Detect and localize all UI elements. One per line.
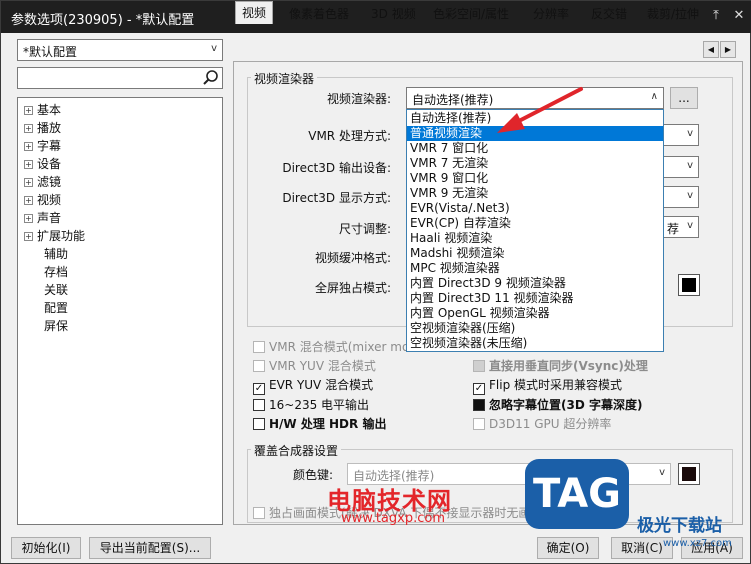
evr-yuv-checkbox[interactable]: ✓ EVR YUV 混合模式 xyxy=(253,376,373,395)
tab-scroll-left-icon[interactable]: ◀ xyxy=(703,41,719,58)
renderer-option[interactable]: EVR(CP) 自荐渲染 xyxy=(407,216,663,231)
expand-icon[interactable]: + xyxy=(24,124,33,133)
vmr-mode-label: VMR 处理方式: xyxy=(308,129,391,143)
d3d11-gpu-checkbox[interactable]: D3D11 GPU 超分辨率 xyxy=(473,415,611,431)
annotation-arrow-icon xyxy=(497,87,583,133)
tab-crop[interactable]: 裁剪/拉伸 xyxy=(641,3,701,23)
tree-node[interactable]: + 声音 xyxy=(24,209,61,227)
expand-icon[interactable]: + xyxy=(24,214,33,223)
tree-leaf[interactable]: 关联 xyxy=(44,281,68,299)
expand-icon[interactable]: + xyxy=(24,178,33,187)
init-button[interactable]: 初始化(I) xyxy=(11,537,81,559)
renderer-option[interactable]: 空视频渲染器(压缩) xyxy=(407,321,663,336)
search-icon[interactable] xyxy=(202,69,220,87)
export-config-button[interactable]: 导出当前配置(S)... xyxy=(89,537,211,559)
range-16-235-checkbox[interactable]: 16~235 电平输出 xyxy=(253,396,369,412)
renderer-option[interactable]: VMR 7 窗口化 xyxy=(407,141,663,156)
tree-leaf[interactable]: 存档 xyxy=(44,263,68,281)
tree-node[interactable]: + 滤镜 xyxy=(24,173,61,191)
tree-node[interactable]: + 视频 xyxy=(24,191,61,209)
renderer-settings-button[interactable]: ... xyxy=(670,87,698,109)
tree-node[interactable]: + 字幕 xyxy=(24,137,61,155)
resize-select[interactable]: 荐 v xyxy=(661,216,699,238)
fullscreen-label: 全屏独占模式: xyxy=(314,281,391,295)
renderer-option[interactable]: VMR 9 窗口化 xyxy=(407,171,663,186)
close-icon[interactable]: ✕ xyxy=(730,7,748,25)
tab-video[interactable]: 视频 xyxy=(235,1,274,24)
window-title: 参数选项(230905) - *默认配置 xyxy=(11,13,195,28)
flip-compat-checkbox[interactable]: ✓ Flip 模式时采用兼容模式 xyxy=(473,376,622,395)
expand-icon[interactable]: + xyxy=(24,160,33,169)
tab-color-space[interactable]: 色彩空间/属性 xyxy=(427,3,515,23)
chevron-down-icon: v xyxy=(687,160,693,171)
search-input[interactable] xyxy=(17,67,223,89)
expand-icon[interactable]: + xyxy=(24,142,33,151)
tree-leaf[interactable]: 配置 xyxy=(44,299,68,317)
renderer-option[interactable]: EVR(Vista/.Net3) xyxy=(407,201,663,216)
expand-icon[interactable]: + xyxy=(24,106,33,115)
d3d-display-label: Direct3D 显示方式: xyxy=(282,191,391,205)
renderer-option[interactable]: Haali 视频渲染 xyxy=(407,231,663,246)
renderer-option[interactable]: VMR 7 无渲染 xyxy=(407,156,663,171)
tree-leaf[interactable]: 屏保 xyxy=(44,317,68,335)
preferences-window: 参数选项(230905) - *默认配置 ⤒ ✕ *默认配置 v + 基本 + 播放… xyxy=(0,0,751,564)
chevron-up-icon: ∧ xyxy=(650,91,658,102)
chevron-down-icon: v xyxy=(687,220,693,231)
chevron-down-icon: v xyxy=(687,190,693,201)
resize-label: 尺寸调整: xyxy=(338,222,391,236)
ok-button[interactable]: 确定(O) xyxy=(537,537,599,559)
watermark-jiguang: 极光下载站 xyxy=(637,516,722,536)
renderer-option[interactable]: Madshi 视频渲染 xyxy=(407,246,663,261)
renderer-option[interactable]: 内置 Direct3D 9 视频渲染器 xyxy=(407,276,663,291)
color-key-swatch[interactable] xyxy=(678,463,700,485)
tab-3d-video[interactable]: 3D 视频 xyxy=(365,3,422,23)
renderer-group-title: 视频渲染器 xyxy=(251,70,318,87)
renderer-dropdown-list: 自动选择(推荐) 普通视频渲染 VMR 7 窗口化 VMR 7 无渲染 VMR 9 窗口… xyxy=(406,109,664,352)
profile-select[interactable]: *默认配置 v xyxy=(17,39,223,61)
chevron-down-icon: v xyxy=(687,128,693,139)
tab-pixel-shader[interactable]: 像素着色器 xyxy=(283,3,355,23)
profile-select-value: *默认配置 xyxy=(23,45,78,59)
watermark-site-url: www.tagxp.com xyxy=(341,511,445,526)
buffer-format-label: 视频缓冲格式: xyxy=(314,251,391,265)
vmr-mixer-checkbox[interactable]: VMR 混合模式(mixer mo xyxy=(253,338,409,354)
tab-resolution[interactable]: 分辨率 xyxy=(527,3,575,23)
chevron-down-icon: v xyxy=(211,43,217,54)
renderer-option[interactable]: MPC 视频渲染器 xyxy=(407,261,663,276)
color-key-label: 颜色键: xyxy=(292,468,333,482)
renderer-option[interactable]: 空视频渲染器(未压缩) xyxy=(407,336,663,351)
pin-icon[interactable]: ⤒ xyxy=(707,7,725,25)
chevron-down-icon: v xyxy=(659,467,665,478)
vmr-mode-select[interactable]: v xyxy=(661,124,699,146)
tree-node[interactable]: + 扩展功能 xyxy=(24,227,85,245)
d3d-device-select[interactable]: v xyxy=(661,156,699,178)
renderer-option[interactable]: VMR 9 无渲染 xyxy=(407,186,663,201)
tab-scroll-right-icon[interactable]: ▶ xyxy=(720,41,736,58)
resize-select-value: 荐 xyxy=(667,222,680,236)
watermark-tag-logo: TAG xyxy=(525,459,629,529)
d3d-device-label: Direct3D 输出设备: xyxy=(282,161,391,175)
expand-icon[interactable]: + xyxy=(24,232,33,241)
tree-node[interactable]: + 基本 xyxy=(24,101,61,119)
expand-icon[interactable]: + xyxy=(24,196,33,205)
vmr-yuv-checkbox[interactable]: VMR YUV 混合模式 xyxy=(253,357,376,373)
overlay-group-title: 覆盖合成器设置 xyxy=(251,442,342,459)
tree-node[interactable]: + 播放 xyxy=(24,119,61,137)
d3d-display-select[interactable]: v xyxy=(661,186,699,208)
tree-leaf[interactable]: 辅助 xyxy=(44,245,68,263)
renderer-label: 视频渲染器: xyxy=(326,92,391,106)
renderer-option[interactable]: 内置 Direct3D 11 视频渲染器 xyxy=(407,291,663,306)
fullscreen-color-swatch[interactable] xyxy=(678,274,700,296)
hw-hdr-checkbox[interactable]: H/W 处理 HDR 输出 xyxy=(253,415,386,431)
tab-deinterlace[interactable]: 反交错 xyxy=(585,3,633,23)
ignore-sub-pos-checkbox[interactable]: 忽略字幕位置(3D 字幕深度) xyxy=(473,396,642,412)
settings-tree: + 基本 + 播放 + 字幕 + 设备 + 滤镜 + 视频 + 声音 + 扩展功能 辅助 存档 … xyxy=(17,97,223,525)
watermark-jiguang-url: www.xz7.com xyxy=(663,538,732,549)
vsync-checkbox[interactable]: 直接用垂直同步(Vsync)处理 xyxy=(473,357,648,373)
tree-node[interactable]: + 设备 xyxy=(24,155,61,173)
renderer-option[interactable]: 内置 OpenGL 视频渲染器 xyxy=(407,306,663,321)
